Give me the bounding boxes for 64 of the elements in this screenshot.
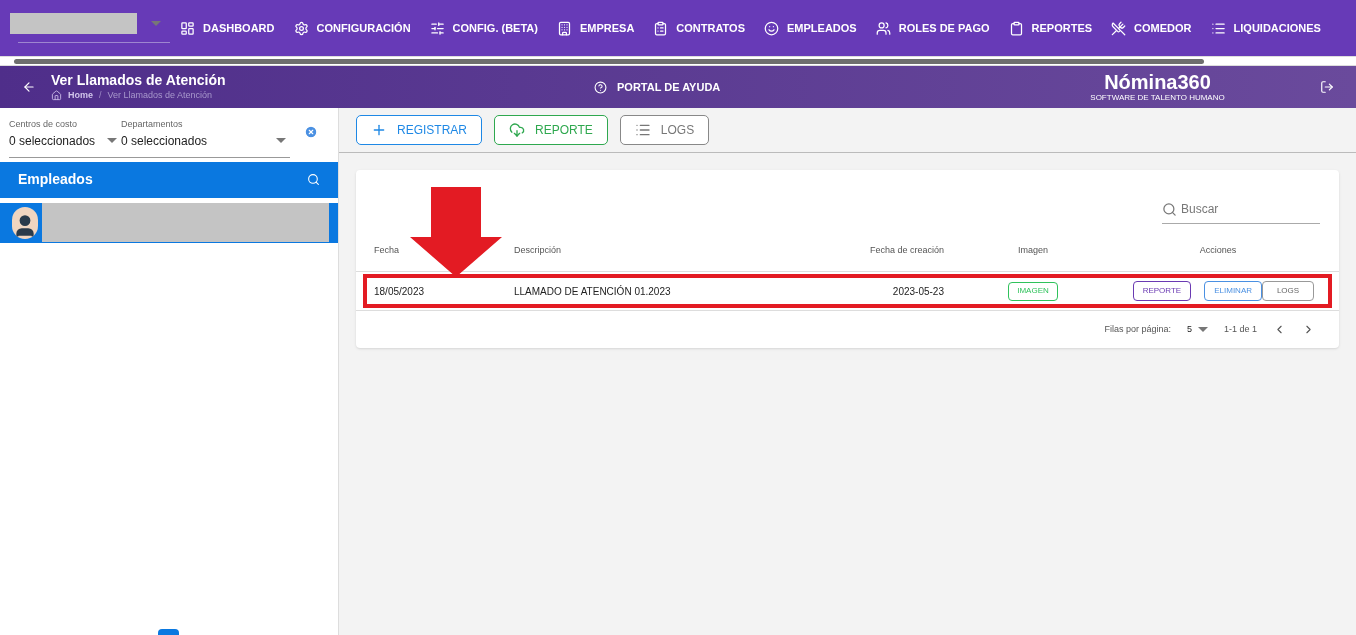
help-icon xyxy=(594,80,607,94)
column-header: Imagen xyxy=(1017,243,1049,257)
caret-icon xyxy=(107,138,117,143)
action-button[interactable]: REPORTE xyxy=(1132,281,1192,301)
help-link[interactable]: PORTAL DE AYUDA xyxy=(617,78,721,96)
action-button[interactable]: ELIMINAR xyxy=(1204,281,1262,301)
avatar-icon xyxy=(12,206,38,239)
nav-item[interactable]: CONFIG. (BETA) xyxy=(429,19,538,37)
dashboard-icon xyxy=(180,20,195,36)
search-icon[interactable] xyxy=(307,173,320,186)
cloud-download-icon xyxy=(509,122,525,138)
table-cell-text: 18/05/2023 xyxy=(374,284,426,299)
column-header: Fecha xyxy=(374,243,400,257)
toolbar-button[interactable]: LOGS xyxy=(619,115,710,145)
page-range: 1-1 de 1 xyxy=(1223,322,1257,336)
caret-icon xyxy=(1197,327,1208,332)
smiley-icon xyxy=(764,20,779,36)
action-button[interactable]: LOGS xyxy=(1262,281,1314,301)
logo-tagline: SOFTWARE DE TALENTO HUMANO xyxy=(1090,93,1225,102)
clipboard-icon xyxy=(1008,20,1024,36)
list-icon xyxy=(634,122,651,138)
table-cell-text: LLAMADO DE ATENCIÓN 01.2023 xyxy=(514,284,672,299)
search-field[interactable]: Buscar xyxy=(1162,200,1320,224)
building-icon xyxy=(556,20,572,36)
table-cell-text: 2023-05-23 xyxy=(891,284,944,299)
clipboard-icon xyxy=(653,20,669,36)
rows-per-page-label: Filas por página: xyxy=(1104,322,1171,336)
nav-item[interactable]: EMPLEADOS xyxy=(764,19,857,37)
search-input[interactable]: Buscar xyxy=(1181,200,1311,218)
nav-item[interactable]: REPORTES xyxy=(1008,19,1093,37)
nav-item[interactable]: CONTRATOS xyxy=(653,19,745,37)
nav-item[interactable]: DASHBOARD xyxy=(180,19,275,37)
rows-per-page-select[interactable]: 5 xyxy=(1186,322,1208,337)
list-icon xyxy=(1210,20,1226,36)
breadcrumb-current: Ver Llamados de Atención xyxy=(107,88,213,102)
nav-item[interactable]: LIQUIDACIONES xyxy=(1210,19,1321,37)
clear-icon[interactable] xyxy=(304,125,318,139)
utensils-icon xyxy=(1111,20,1127,36)
horizontal-scrollbar[interactable] xyxy=(0,56,1356,66)
users-icon xyxy=(875,20,891,36)
settings-icon xyxy=(293,20,309,36)
plus-icon xyxy=(371,122,387,138)
breadcrumb-link[interactable]: Home xyxy=(68,88,93,103)
logout-icon[interactable] xyxy=(1320,80,1334,94)
logo-text: Nómina360 xyxy=(1104,72,1211,93)
search-icon xyxy=(1162,201,1177,217)
nav-item[interactable]: COMEDOR xyxy=(1111,19,1192,37)
page-title: Ver Llamados de Atención xyxy=(51,71,227,89)
employee-item[interactable] xyxy=(0,202,338,243)
filter-select[interactable]: Centros de costo 0 seleccionados xyxy=(9,118,121,150)
filter-select[interactable]: Departamentos 0 seleccionados xyxy=(121,118,290,150)
sliders-icon xyxy=(429,20,445,36)
breadcrumb-separator: / xyxy=(99,88,102,102)
caret-icon xyxy=(151,21,161,26)
column-header: Acciones xyxy=(1198,243,1238,257)
caret-icon xyxy=(276,138,286,143)
nav-item[interactable]: EMPRESA xyxy=(556,19,635,37)
column-header: Descripción xyxy=(514,243,563,257)
toolbar-button[interactable]: REGISTRAR xyxy=(356,115,482,145)
nav-item[interactable]: ROLES DE PAGO xyxy=(875,19,990,37)
column-header: Fecha de creación xyxy=(868,243,944,257)
employees-title: Empleados xyxy=(18,170,93,189)
nav-item[interactable]: CONFIGURACIÓN xyxy=(293,19,411,37)
home-icon xyxy=(51,90,62,101)
